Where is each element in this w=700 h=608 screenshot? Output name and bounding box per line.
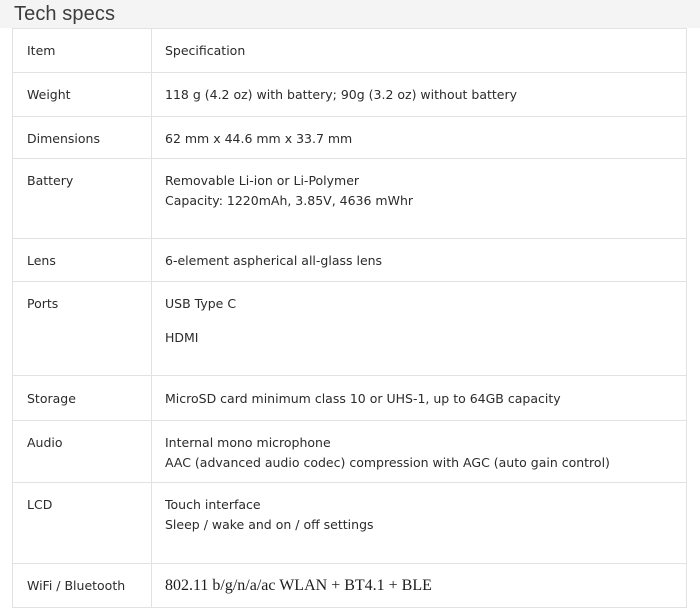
row-value-audio: Internal mono microphone AAC (advanced a… (152, 421, 686, 482)
table-row: Audio Internal mono microphone AAC (adva… (12, 420, 687, 483)
row-value-cell: 6-element aspherical all-glass lens (151, 238, 687, 282)
tech-specs-page: Tech specs Item Specification Weight 118… (0, 0, 700, 608)
row-value-line: 802.11 b/g/n/a/ac WLAN + BT4.1 + BLE (165, 577, 432, 594)
heading-band: Tech specs (0, 0, 700, 28)
row-value-line: Removable Li-ion or Li-Polymer (165, 173, 360, 188)
row-label-ports: Ports (27, 296, 59, 311)
row-value-cell: Removable Li-ion or Li-Polymer Capacity:… (151, 158, 687, 239)
row-value-line: HDMI (165, 330, 199, 345)
row-value-cell: USB Type C HDMI (151, 281, 687, 376)
page-title: Tech specs (14, 3, 116, 25)
row-value-cell: 118 g (4.2 oz) with battery; 90g (3.2 oz… (151, 72, 687, 117)
row-value-line: MicroSD card minimum class 10 or UHS-1, … (165, 391, 561, 406)
row-label-lens: Lens (27, 253, 56, 268)
row-label-storage: Storage (27, 391, 76, 406)
column-header-specification: Specification (165, 43, 246, 58)
table-row: Ports USB Type C HDMI (12, 281, 687, 376)
row-value-wifi-bluetooth: 802.11 b/g/n/a/ac WLAN + BT4.1 + BLE (152, 564, 686, 607)
row-value-dimensions: 62 mm x 44.6 mm x 33.7 mm (152, 117, 686, 158)
row-value-cell: MicroSD card minimum class 10 or UHS-1, … (151, 375, 687, 421)
table-row: WiFi / Bluetooth 802.11 b/g/n/a/ac WLAN … (12, 563, 687, 608)
row-value-ports: USB Type C HDMI (152, 282, 686, 375)
row-value-lens: 6-element aspherical all-glass lens (152, 239, 686, 281)
row-value-cell: Internal mono microphone AAC (advanced a… (151, 420, 687, 483)
row-label-dimensions: Dimensions (27, 131, 100, 146)
row-value-line: Sleep / wake and on / off settings (165, 517, 374, 532)
column-header-item: Item (27, 43, 56, 58)
table-row: Weight 118 g (4.2 oz) with battery; 90g … (12, 72, 687, 117)
tech-specs-table: Item Specification Weight 118 g (4.2 oz)… (12, 28, 687, 608)
row-value-lcd: Touch interface Sleep / wake and on / of… (152, 483, 686, 563)
table-header-row: Item Specification (12, 28, 687, 73)
row-value-line: Internal mono microphone (165, 435, 331, 450)
row-value-line: USB Type C (165, 296, 237, 311)
row-label-cell: Battery (12, 158, 152, 239)
row-value-cell: Touch interface Sleep / wake and on / of… (151, 482, 687, 564)
row-label-weight: Weight (27, 87, 71, 102)
row-value-line: 118 g (4.2 oz) with battery; 90g (3.2 oz… (165, 87, 518, 102)
row-label-battery: Battery (27, 173, 74, 188)
row-value-line: AAC (advanced audio codec) compression w… (165, 455, 610, 470)
table-row: Dimensions 62 mm x 44.6 mm x 33.7 mm (12, 116, 687, 159)
row-value-storage: MicroSD card minimum class 10 or UHS-1, … (152, 376, 686, 420)
row-label-wifi-bluetooth: WiFi / Bluetooth (27, 578, 126, 593)
row-value-cell: 802.11 b/g/n/a/ac WLAN + BT4.1 + BLE (151, 563, 687, 608)
row-value-line: Capacity: 1220mAh, 3.85V, 4636 mWhr (165, 193, 414, 208)
row-label-cell: Dimensions (12, 116, 152, 159)
row-value-line: 6-element aspherical all-glass lens (165, 253, 383, 268)
row-label-cell: WiFi / Bluetooth (12, 563, 152, 608)
row-label-audio: Audio (27, 435, 63, 450)
table-header-cell-specification: Specification (151, 28, 687, 73)
row-label-cell: LCD (12, 482, 152, 564)
row-value-line: 62 mm x 44.6 mm x 33.7 mm (165, 131, 353, 146)
row-label-cell: Storage (12, 375, 152, 421)
table-row: LCD Touch interface Sleep / wake and on … (12, 482, 687, 564)
table-header-cell-item: Item (12, 28, 152, 73)
row-label-cell: Ports (12, 281, 152, 376)
table-row: Storage MicroSD card minimum class 10 or… (12, 375, 687, 421)
row-value-cell: 62 mm x 44.6 mm x 33.7 mm (151, 116, 687, 159)
row-label-cell: Lens (12, 238, 152, 282)
row-value-battery: Removable Li-ion or Li-Polymer Capacity:… (152, 159, 686, 238)
table-row: Battery Removable Li-ion or Li-Polymer C… (12, 158, 687, 239)
row-label-cell: Audio (12, 420, 152, 483)
table-row: Lens 6-element aspherical all-glass lens (12, 238, 687, 282)
row-label-cell: Weight (12, 72, 152, 117)
row-value-line: Touch interface (165, 497, 261, 512)
row-label-lcd: LCD (27, 497, 53, 512)
row-value-weight: 118 g (4.2 oz) with battery; 90g (3.2 oz… (152, 73, 686, 116)
